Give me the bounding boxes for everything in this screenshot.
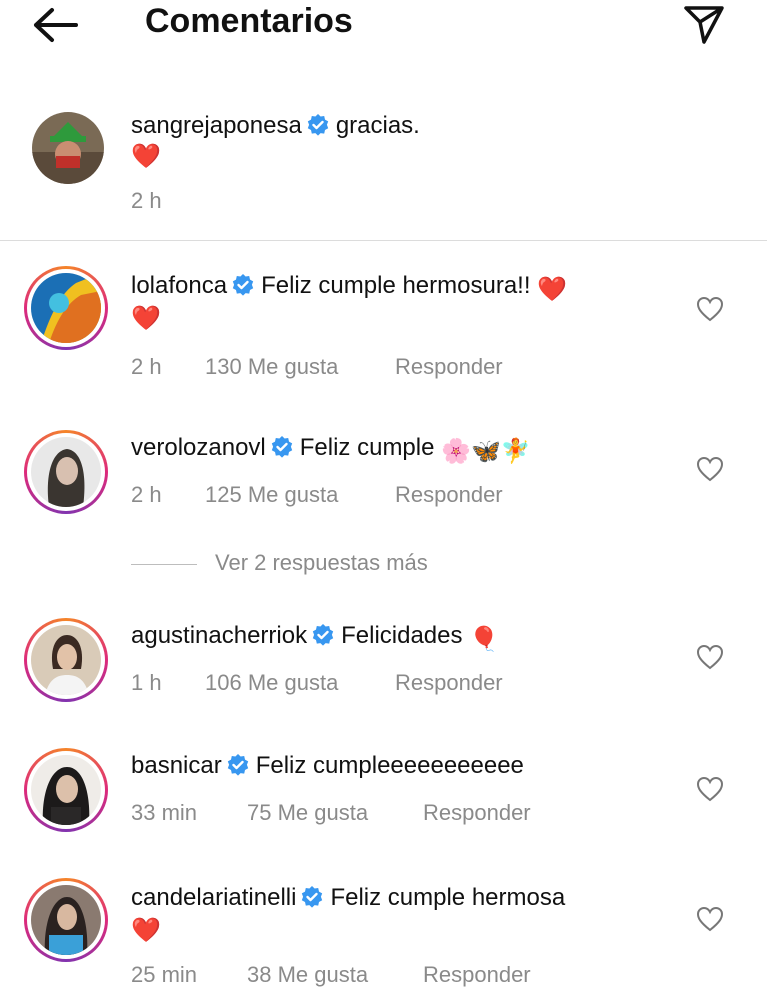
balloon-emoji: 🎈 [469, 626, 500, 653]
avatar[interactable] [24, 430, 108, 514]
comment-text: Feliz cumple [299, 434, 435, 461]
red-heart-emoji: ❤️ [131, 143, 161, 170]
reply-button[interactable]: Responder [395, 670, 503, 696]
timestamp: 25 min [131, 962, 198, 987]
username[interactable]: lolafonca [131, 272, 227, 299]
like-count[interactable]: 75 Me gusta [247, 800, 423, 826]
comment-text: Felicidades [341, 622, 463, 649]
like-count[interactable]: 130 Me gusta [205, 354, 395, 380]
flower-butterfly-fairy-emoji: 🌸🦋🧚 [441, 438, 531, 465]
like-count[interactable]: 125 Me gusta [205, 482, 395, 508]
heart-outline-icon[interactable] [696, 644, 724, 670]
avatar[interactable] [24, 748, 108, 832]
comment-meta: 1 h 106 Me gusta Responder [131, 670, 503, 696]
username[interactable]: agustinacherriok [131, 622, 307, 649]
verified-badge-icon [271, 436, 292, 458]
arrow-left-icon[interactable] [30, 6, 80, 44]
comment-text-line: lolafonca Feliz cumple hermosura!! ❤️ [131, 272, 567, 304]
caption-text-line: sangrejaponesa gracias. [131, 112, 420, 140]
username[interactable]: basnicar [131, 752, 222, 779]
top-bar: Comentarios [0, 0, 767, 50]
comment-meta: 2 h 130 Me gusta Responder [131, 354, 503, 380]
view-more-replies-label[interactable]: Ver 2 respuestas más [215, 550, 428, 576]
comment-meta: 25 min 38 Me gusta Responder [131, 962, 531, 988]
comment-text: Feliz cumple hermosura!! [261, 272, 531, 299]
like-count[interactable]: 38 Me gusta [247, 962, 423, 988]
verified-badge-icon [302, 886, 323, 908]
reply-divider [131, 564, 197, 565]
avatar[interactable] [24, 878, 108, 962]
comment-text-line: agustinacherriok Felicidades 🎈 [131, 622, 499, 654]
avatar[interactable] [24, 266, 108, 350]
verified-badge-icon [307, 114, 329, 136]
red-heart-emoji: ❤️ [537, 276, 568, 303]
reply-button[interactable]: Responder [395, 354, 503, 380]
reply-button[interactable]: Responder [395, 482, 503, 508]
comment-text: Feliz cumple hermosa [330, 884, 566, 911]
like-count[interactable]: 106 Me gusta [205, 670, 395, 696]
timestamp: 1 h [131, 670, 162, 695]
verified-badge-icon [232, 274, 254, 296]
timestamp: 2 h [131, 354, 162, 379]
caption-meta: 2 h [131, 188, 162, 214]
username[interactable]: verolozanovl [131, 434, 266, 461]
heart-outline-icon[interactable] [696, 906, 724, 932]
comment-text-line: candelariatinelli Feliz cumple hermosa [131, 884, 565, 912]
comment-text-line: verolozanovl Feliz cumple 🌸🦋🧚 [131, 434, 531, 466]
avatar[interactable] [32, 112, 104, 184]
comment-text: Feliz cumpleeeeeeeeeee [255, 752, 524, 779]
page-title: Comentarios [145, 2, 353, 40]
reply-button[interactable]: Responder [423, 962, 531, 988]
timestamp: 33 min [131, 800, 198, 825]
timestamp: 2 h [131, 188, 162, 213]
timestamp: 2 h [131, 482, 162, 507]
username[interactable]: candelariatinelli [131, 884, 296, 911]
verified-badge-icon [227, 754, 248, 776]
comment-meta: 33 min 75 Me gusta Responder [131, 800, 531, 826]
red-heart-emoji: ❤️ [131, 305, 161, 332]
comment-meta: 2 h 125 Me gusta Responder [131, 482, 503, 508]
heart-outline-icon[interactable] [696, 776, 724, 802]
comment-text: gracias. [335, 112, 420, 139]
caption: sangrejaponesa gracias. ❤️ 2 h [0, 100, 767, 240]
username[interactable]: sangrejaponesa [131, 112, 302, 139]
paper-plane-icon[interactable] [682, 2, 726, 46]
divider [0, 240, 767, 241]
reply-button[interactable]: Responder [423, 800, 531, 826]
verified-badge-icon [312, 624, 334, 646]
avatar[interactable] [24, 618, 108, 702]
red-heart-emoji: ❤️ [131, 917, 161, 944]
heart-outline-icon[interactable] [696, 456, 724, 482]
heart-outline-icon[interactable] [696, 296, 724, 322]
comment-text-line: basnicar Feliz cumpleeeeeeeeeee [131, 752, 524, 780]
